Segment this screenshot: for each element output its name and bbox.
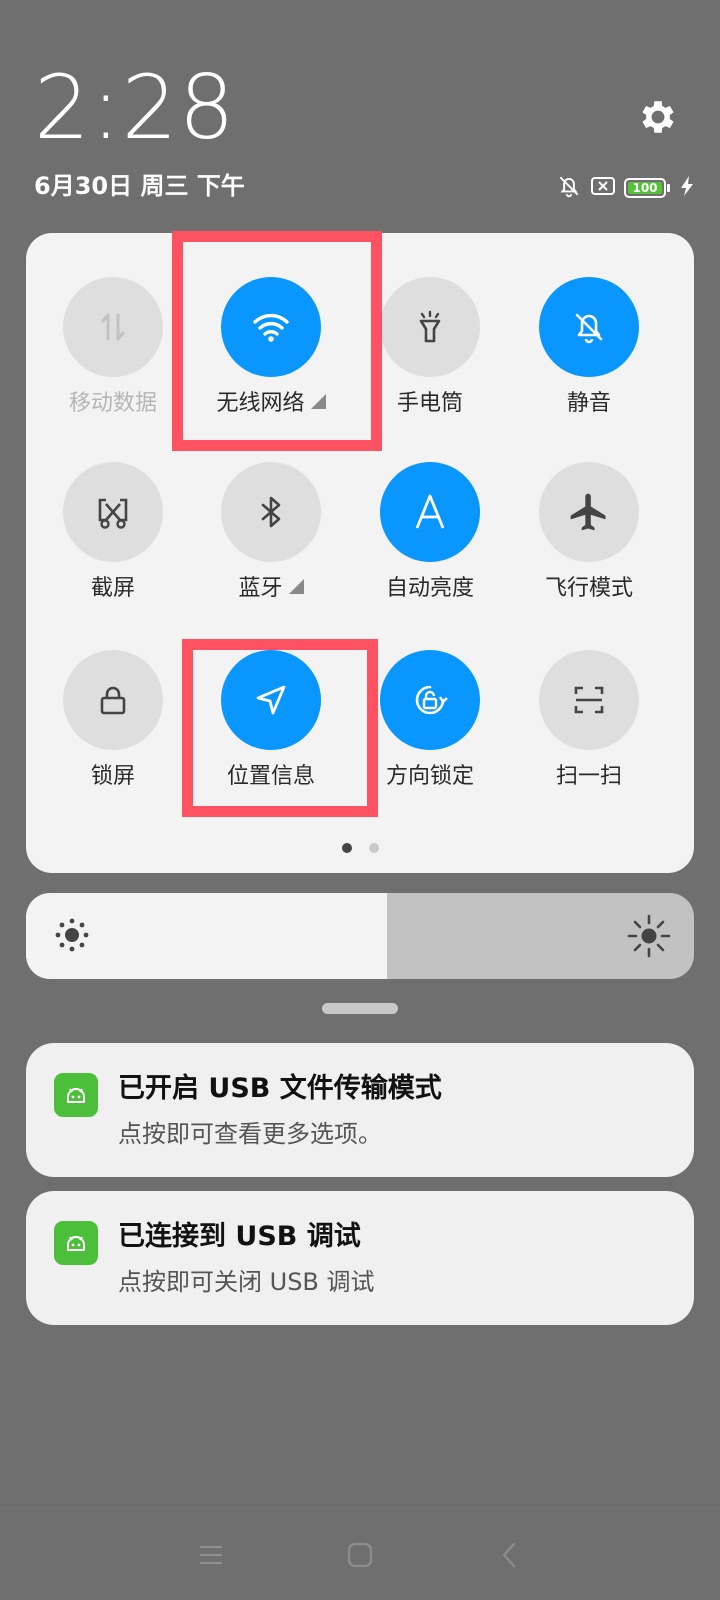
notification-body: 点按即可关闭 USB 调试	[118, 1268, 375, 1296]
brightness-low-icon	[52, 915, 92, 955]
mobile-data-icon	[63, 277, 163, 377]
tile-scan[interactable]: 扫一扫	[514, 650, 664, 792]
notification-card[interactable]: 已开启 USB 文件传输模式 点按即可查看更多选项。	[26, 1043, 694, 1177]
tile-wifi[interactable]: 无线网络	[196, 277, 346, 419]
brightness-high-icon	[626, 913, 672, 959]
tile-label: 静音	[566, 391, 611, 416]
battery-icon: 100	[624, 178, 670, 198]
notification-title: 已连接到 USB 调试	[118, 1221, 361, 1252]
tile-label: 位置信息	[226, 764, 315, 789]
tile-silent[interactable]: 静音	[514, 277, 664, 419]
silent-bell-icon	[539, 277, 639, 377]
flashlight-icon	[380, 277, 480, 377]
bluetooth-icon	[221, 462, 321, 562]
tile-lock-screen[interactable]: 锁屏	[38, 650, 188, 792]
page-dot[interactable]	[368, 843, 379, 853]
clock-time: 2:28	[34, 56, 236, 159]
menu-icon[interactable]	[196, 1540, 226, 1570]
tile-label: 扫一扫	[555, 764, 622, 789]
scan-icon	[539, 650, 639, 750]
tile-auto-brightness[interactable]: 自动亮度	[355, 462, 505, 604]
android-icon	[54, 1221, 98, 1265]
wifi-icon	[221, 277, 321, 377]
notification-muted-icon	[556, 173, 582, 203]
android-icon	[54, 1073, 98, 1117]
settings-gear-icon[interactable]	[636, 95, 680, 139]
tile-label: 截屏	[90, 576, 135, 601]
tile-rotation-lock[interactable]: 方向锁定	[355, 650, 505, 792]
page-indicator	[26, 843, 694, 853]
home-icon[interactable]	[345, 1540, 375, 1570]
navigation-bar	[0, 1505, 720, 1600]
date-text: 6月30日 周三 下午	[34, 172, 245, 200]
tile-label: 移动数据	[68, 391, 157, 416]
expand-indicator-icon	[288, 579, 304, 594]
location-icon	[221, 650, 321, 750]
notification-card[interactable]: 已连接到 USB 调试 点按即可关闭 USB 调试	[26, 1191, 694, 1325]
sim-none-icon	[590, 175, 616, 201]
page-dot-active[interactable]	[341, 843, 352, 853]
auto-brightness-icon	[380, 462, 480, 562]
tile-label: 飞行模式	[544, 576, 633, 601]
tile-label: 蓝牙	[238, 576, 283, 601]
tile-label: 方向锁定	[385, 764, 474, 789]
airplane-icon	[539, 462, 639, 562]
tile-label: 无线网络	[216, 391, 305, 416]
notification-title: 已开启 USB 文件传输模式	[118, 1073, 442, 1104]
status-bar-icons: 100	[556, 174, 694, 202]
tile-label: 手电筒	[396, 391, 463, 416]
rotation-lock-icon	[380, 650, 480, 750]
back-icon[interactable]	[495, 1540, 525, 1570]
tile-bluetooth[interactable]: 蓝牙	[196, 462, 346, 604]
battery-level-text: 100	[628, 182, 662, 195]
tile-flashlight[interactable]: 手电筒	[355, 277, 505, 419]
charging-icon	[680, 175, 694, 201]
tile-screenshot[interactable]: 截屏	[38, 462, 188, 604]
expand-indicator-icon	[310, 394, 326, 409]
brightness-slider[interactable]	[26, 893, 694, 979]
lock-icon	[63, 650, 163, 750]
notification-body: 点按即可查看更多选项。	[118, 1120, 382, 1148]
tile-airplane[interactable]: 飞行模式	[514, 462, 664, 604]
tile-mobile-data[interactable]: 移动数据	[38, 277, 188, 419]
tile-label: 自动亮度	[385, 576, 474, 601]
tile-location[interactable]: 位置信息	[196, 650, 346, 792]
tile-label: 锁屏	[90, 764, 135, 789]
quick-settings-panel: 移动数据 无线网络 手电筒 静音 截屏 蓝牙 自动亮度 飞行模式 锁屏 位置信息…	[26, 231, 694, 873]
screenshot-icon	[63, 462, 163, 562]
drag-handle[interactable]	[322, 1003, 398, 1014]
